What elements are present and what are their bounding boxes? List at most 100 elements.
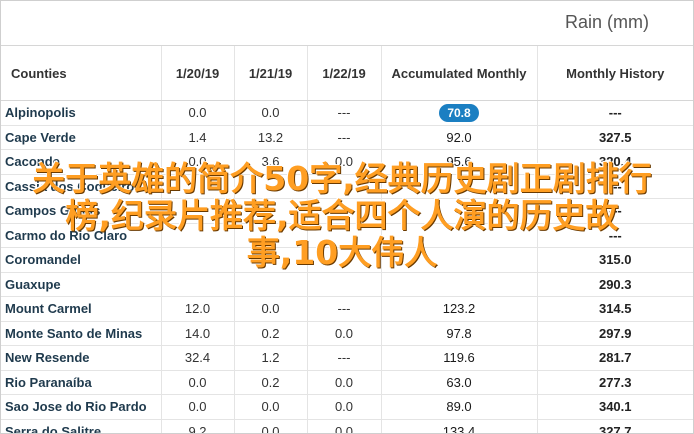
day2-cell <box>233 174 307 199</box>
table-row: Sao Jose do Rio Pardo 0.0 0.0 0.0 89.0 340.1 <box>1 394 693 420</box>
day1-cell: 0.0 <box>160 370 234 395</box>
table-row: Caconde 0.0 3.6 0.0 95.6 320.4 <box>1 149 693 175</box>
day2-cell: 1.2 <box>233 345 307 371</box>
county-cell: Sao Jose do Rio Pardo <box>1 394 161 420</box>
accumulated-cell: 123.2 <box>380 296 537 322</box>
column-header-day3[interactable]: 1/22/19 <box>306 46 381 101</box>
county-cell: Rio Paranaíba <box>1 370 161 395</box>
history-cell: 320.4 <box>536 149 693 175</box>
history-cell: 297.9 <box>536 321 693 346</box>
table-row: Cassia dos Coqueiros --- <box>1 174 693 199</box>
accumulated-cell <box>380 198 537 224</box>
table-row: Monte Santo de Minas 14.0 0.2 0.0 97.8 297.9 <box>1 321 693 346</box>
accumulated-cell: 89.0 <box>380 394 537 420</box>
table-row: Carmo do Rio Claro --- <box>1 223 693 248</box>
history-cell: 327.5 <box>536 125 693 150</box>
accumulated-cell: 92.0 <box>380 125 537 150</box>
history-cell: --- <box>536 223 693 248</box>
column-header-day2[interactable]: 1/21/19 <box>233 46 307 101</box>
day2-cell: 0.0 <box>233 419 307 433</box>
accumulated-cell: 97.8 <box>380 321 537 346</box>
day2-cell <box>233 223 307 248</box>
day1-cell <box>160 198 234 224</box>
accumulated-cell <box>380 174 537 199</box>
table-row: Cape Verde 1.4 13.2 --- 92.0 327.5 <box>1 125 693 150</box>
rain-table: Counties 1/20/19 1/21/19 1/22/19 Accumul… <box>1 46 693 433</box>
day2-cell <box>233 198 307 224</box>
county-cell: Campos Gerais <box>1 198 161 224</box>
day1-cell: 0.0 <box>160 149 234 175</box>
day2-cell: 0.0 <box>233 100 307 126</box>
day3-cell: --- <box>306 345 381 371</box>
rain-table-widget: Rain (mm) Counties 1/20/19 1/21/19 1/22/… <box>0 0 694 434</box>
day1-cell: 9.2 <box>160 419 234 433</box>
day2-cell: 0.0 <box>233 296 307 322</box>
county-cell: Serra do Salitre <box>1 419 161 433</box>
day3-cell: 0.0 <box>306 419 381 433</box>
table-row: Serra do Salitre 9.2 0.0 0.0 133.4 327.7 <box>1 419 693 433</box>
day2-cell: 0.0 <box>233 394 307 420</box>
accumulated-cell: 119.6 <box>380 345 537 371</box>
history-cell: 290.3 <box>536 272 693 297</box>
day3-cell <box>306 198 381 224</box>
county-cell: Guaxupe <box>1 272 161 297</box>
history-cell: 314.5 <box>536 296 693 322</box>
county-cell: Carmo do Rio Claro <box>1 223 161 248</box>
history-cell: 340.1 <box>536 394 693 420</box>
day2-cell: 0.2 <box>233 370 307 395</box>
county-cell: New Resende <box>1 345 161 371</box>
day3-cell: --- <box>306 125 381 150</box>
day1-cell <box>160 272 234 297</box>
day3-cell <box>306 272 381 297</box>
widget-header: Rain (mm) <box>1 1 693 46</box>
history-cell: --- <box>536 174 693 199</box>
accumulated-cell: 133.4 <box>380 419 537 433</box>
county-cell: Caconde <box>1 149 161 175</box>
county-cell: Cassia dos Coqueiros <box>1 174 161 199</box>
day3-cell <box>306 247 381 273</box>
day1-cell <box>160 247 234 273</box>
history-cell: 281.7 <box>536 345 693 371</box>
table-header-row: Counties 1/20/19 1/21/19 1/22/19 Accumul… <box>1 46 693 101</box>
accumulated-cell: 63.0 <box>380 370 537 395</box>
table-row: Rio Paranaíba 0.0 0.2 0.0 63.0 277.3 <box>1 370 693 395</box>
day1-cell <box>160 223 234 248</box>
county-cell: Mount Carmel <box>1 296 161 322</box>
accumulated-cell <box>380 223 537 248</box>
day2-cell: 0.2 <box>233 321 307 346</box>
day1-cell: 0.0 <box>160 100 234 126</box>
day3-cell: --- <box>306 296 381 322</box>
day3-cell: 0.0 <box>306 370 381 395</box>
day1-cell: 1.4 <box>160 125 234 150</box>
day3-cell: 0.0 <box>306 149 381 175</box>
table-row: New Resende 32.4 1.2 --- 119.6 281.7 <box>1 345 693 371</box>
accumulated-cell <box>380 247 537 273</box>
day2-cell <box>233 247 307 273</box>
county-cell: Cape Verde <box>1 125 161 150</box>
history-cell: 315.0 <box>536 247 693 273</box>
day1-cell <box>160 174 234 199</box>
accumulated-cell: 95.6 <box>380 149 537 175</box>
rain-data-grid: Counties 1/20/19 1/21/19 1/22/19 Accumul… <box>1 46 693 433</box>
county-cell: Coromandel <box>1 247 161 273</box>
day2-cell: 13.2 <box>233 125 307 150</box>
day1-cell: 12.0 <box>160 296 234 322</box>
highlight-badge: 70.8 <box>439 103 479 122</box>
history-cell: --- <box>536 198 693 224</box>
day3-cell <box>306 223 381 248</box>
county-cell: Alpinopolis <box>1 100 161 126</box>
table-row: Campos Gerais --- <box>1 198 693 224</box>
accumulated-cell: 70.8 <box>380 100 537 126</box>
day1-cell: 32.4 <box>160 345 234 371</box>
widget-title: Rain (mm) <box>565 12 649 32</box>
table-row: Mount Carmel 12.0 0.0 --- 123.2 314.5 <box>1 296 693 322</box>
column-header-day1[interactable]: 1/20/19 <box>160 46 234 101</box>
column-header-history[interactable]: Monthly History <box>536 46 693 101</box>
column-header-counties[interactable]: Counties <box>1 46 161 101</box>
history-cell: --- <box>536 100 693 126</box>
day2-cell <box>233 272 307 297</box>
accumulated-cell <box>380 272 537 297</box>
table-row: Coromandel 315.0 <box>1 247 693 273</box>
day2-cell: 3.6 <box>233 149 307 175</box>
column-header-accumulated[interactable]: Accumulated Monthly <box>380 46 537 101</box>
